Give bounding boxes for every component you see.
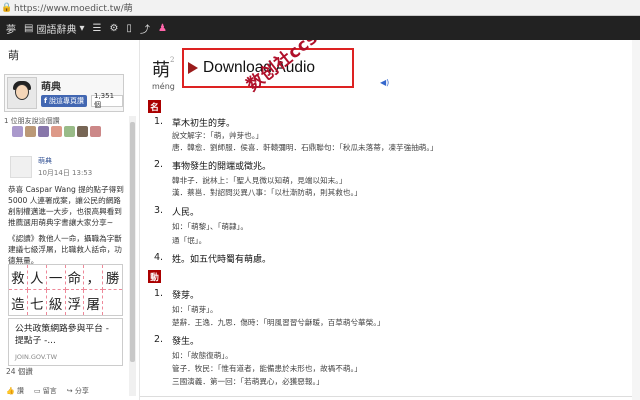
like-page-label: 說這專頁讚 — [49, 97, 85, 105]
def-text: 人民。 — [172, 208, 200, 218]
pos-label-verb: 動 — [148, 270, 161, 283]
def-example: 三國演義．第一回：「若萌異心，必獲惡報。」 — [172, 377, 324, 386]
def-example: 如：「故態復萌」。 — [172, 351, 233, 360]
gear-icon[interactable]: ⚙ — [109, 23, 118, 34]
chevron-down-icon: ▾ — [79, 22, 85, 34]
def-example: 如：「萌黎」、「萌隸」。 — [172, 222, 248, 231]
def-example: 管子．牧民：「惟有道者，能備患於未形也，故禍不萌。」 — [172, 364, 362, 373]
calligraphy-char: 浮 — [66, 290, 85, 315]
def-example: 韓非子．說林上：「聖人見微以知萌，見端以知末。」 — [172, 176, 347, 185]
friends-like-text: 1 位朋友說這個讚 — [4, 117, 60, 125]
like-action[interactable]: 👍 讚 — [6, 386, 24, 396]
link-title: 公共政策網路參與平台 - 提點子 -... — [15, 324, 109, 346]
main-content: 萌2 méng Download Audio ◀) 数创社ccs66 名 1. … — [140, 40, 640, 400]
like-page-button[interactable]: f 說這專頁讚 — [41, 95, 88, 107]
list-icon[interactable]: ☰ — [92, 23, 101, 34]
def-example: 漢．蔡邕．對詔問災異八事：「以杜漸防萌，則其救也。」 — [172, 188, 362, 197]
like-count: 1,351 個 — [91, 92, 123, 109]
def-text: 事物發生的開端或徵兆。 — [172, 162, 272, 172]
friend-avatar[interactable] — [90, 126, 101, 137]
share-action-label: 分享 — [74, 387, 89, 395]
post-paragraph: 《認讀》教他人一命，攝職為字斷建議七級浮屠，比職救人話命，功德無量。 — [8, 234, 122, 265]
post-paragraph: 恭喜 Caspar Wang 提的點子得到 5000 人連署成案，讓公民的網路創… — [8, 185, 124, 227]
headword: 萌2 — [152, 56, 174, 82]
post-avatar[interactable] — [10, 156, 32, 178]
dict-menu[interactable]: ▤ 國語辭典 ▾ — [24, 21, 84, 36]
def-number: 4. — [154, 252, 164, 263]
share-action[interactable]: ↪ 分享 — [67, 386, 89, 396]
friend-avatar[interactable] — [12, 126, 23, 137]
calligraphy-char: 七 — [28, 290, 47, 315]
facebook-icon: f — [44, 97, 48, 105]
facebook-page-box: 萌典 f 說這專頁讚 1,351 個 — [4, 74, 124, 112]
calligraphy-char: 救 — [9, 265, 28, 290]
book-icon: ▤ — [24, 22, 34, 34]
sidebar: 萌典 f 說這專頁讚 1,351 個 1 位朋友說這個讚 萌典 10月14日 1… — [0, 40, 140, 400]
pinyin: méng — [152, 82, 175, 91]
pos-label-noun: 名 — [148, 100, 161, 113]
calligraphy-char — [103, 290, 122, 315]
link-preview-card[interactable]: 公共政策網路參與平台 - 提點子 -... JOIN.GOV.TW — [8, 318, 123, 366]
post-text: 恭喜 Caspar Wang 提的點子得到 5000 人連署成案，讓公民的網路創… — [8, 184, 126, 271]
link-domain: JOIN.GOV.TW — [15, 353, 57, 361]
url-text[interactable]: https://www.moedict.tw/萌 — [14, 1, 640, 14]
headword-sup: 2 — [170, 56, 175, 64]
search-input[interactable] — [6, 46, 126, 64]
friend-avatar[interactable] — [51, 126, 62, 137]
friend-avatar[interactable] — [77, 126, 88, 137]
brand-logo[interactable]: 夢 — [6, 21, 16, 36]
post-likes-count: 24 個讚 — [6, 367, 33, 376]
calligraphy-char: 一 — [46, 265, 66, 290]
calligraphy-image[interactable]: 救 人 一 命 ， 勝 造 七 級 浮 屠 — [8, 264, 123, 316]
post-actions: 👍 讚 ▭ 留言 ↪ 分享 — [6, 386, 89, 396]
content-divider — [140, 396, 640, 400]
def-example: 說文解字：「萌，艸芽也。」 — [172, 131, 264, 140]
bookmark-icon[interactable]: ▯ — [126, 23, 132, 34]
friend-faces — [12, 126, 101, 137]
def-example: 如：「萌芽」。 — [172, 305, 218, 314]
calligraphy-char: 命 — [65, 265, 85, 290]
friend-avatar[interactable] — [38, 126, 49, 137]
calligraphy-char: 人 — [27, 265, 47, 290]
comment-action[interactable]: ▭ 留言 — [34, 386, 57, 396]
speaker-icon[interactable]: ◀) — [380, 78, 389, 87]
friend-avatar[interactable] — [64, 126, 75, 137]
calligraphy-char: 造 — [9, 290, 28, 315]
def-example: 通「氓」。 — [172, 236, 207, 245]
def-number: 1. — [154, 288, 164, 299]
browser-address-bar[interactable]: 🔒 https://www.moedict.tw/萌 — [0, 0, 640, 16]
friend-avatar[interactable] — [25, 126, 36, 137]
calligraphy-char: 級 — [47, 290, 66, 315]
calligraphy-char: ， — [84, 265, 104, 290]
fb-post: 萌典 10月14日 13:53 恭喜 Caspar Wang 提的點子得到 50… — [6, 152, 126, 400]
def-number: 2. — [154, 159, 164, 170]
def-text: 草木初生的芽。 — [172, 119, 236, 129]
lock-icon: 🔒 — [1, 2, 13, 13]
play-icon — [188, 62, 198, 74]
main-scrollbar[interactable] — [632, 40, 640, 400]
share-icon[interactable]: ⤴ — [140, 21, 150, 36]
robot-icon[interactable]: ♟ — [158, 23, 167, 34]
def-text: 發芽。 — [172, 291, 200, 301]
comment-action-label: 留言 — [42, 387, 57, 395]
fb-page-name[interactable]: 萌典 — [41, 78, 61, 93]
def-example: 唐．韓愈．劉師服．侯喜．軒轅彌明．石鼎聯句：「秋瓜未落蒂，凍芋強抽萌。」 — [172, 143, 438, 152]
sidebar-scroll-thumb[interactable] — [130, 122, 135, 362]
post-author[interactable]: 萌典 — [38, 156, 52, 166]
def-number: 3. — [154, 205, 164, 216]
page-avatar[interactable] — [7, 77, 37, 109]
top-navbar: 夢 ▤ 國語辭典 ▾ ☰ ⚙ ▯ ⤴ ♟ — [0, 16, 640, 40]
def-number: 2. — [154, 334, 164, 345]
def-number: 1. — [154, 116, 164, 127]
def-text: 姓。如五代時蜀有萌慮。 — [172, 255, 272, 265]
calligraphy-char: 屠 — [84, 290, 104, 315]
calligraphy-char: 勝 — [103, 265, 122, 290]
def-text: 發生。 — [172, 337, 200, 347]
post-time[interactable]: 10月14日 13:53 — [38, 168, 92, 178]
def-example: 楚辭．王逸．九思．傷時：「明風習習兮龢暖，百草萌兮華榮。」 — [172, 318, 385, 327]
like-action-label: 讚 — [16, 387, 24, 395]
headword-char: 萌 — [152, 60, 170, 81]
dict-label: 國語辭典 — [36, 24, 77, 36]
